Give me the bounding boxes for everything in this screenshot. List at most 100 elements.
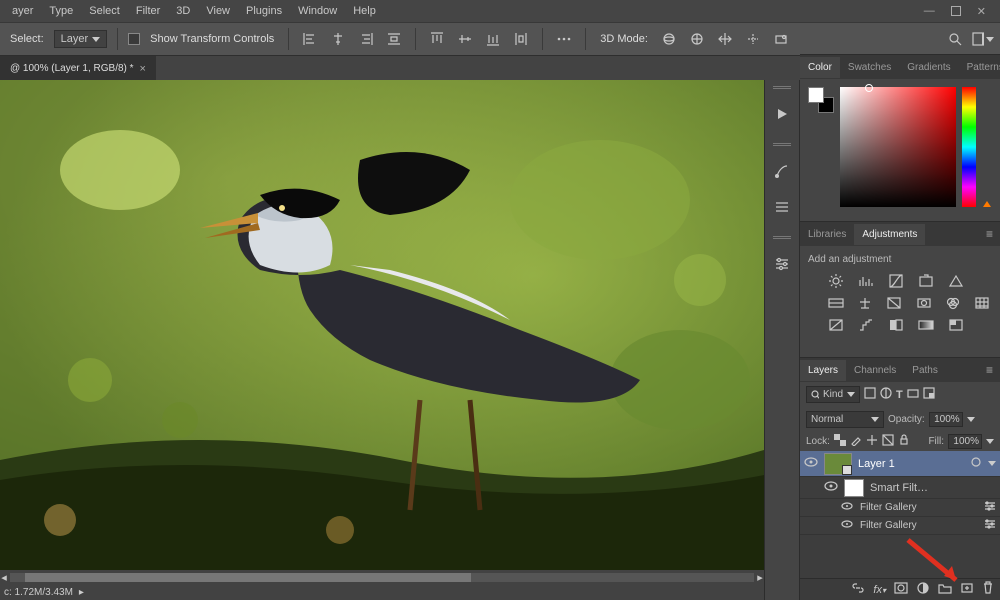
distribute-h-icon[interactable] xyxy=(383,28,405,50)
brightness-icon[interactable] xyxy=(826,273,846,289)
window-close-icon[interactable]: ✕ xyxy=(977,5,986,18)
lock-all-icon[interactable] xyxy=(898,434,910,449)
align-top-icon[interactable] xyxy=(426,28,448,50)
gradient-map-icon[interactable] xyxy=(916,317,936,333)
vibrance-icon[interactable] xyxy=(946,273,966,289)
smart-filters-row[interactable]: Smart Filt… xyxy=(800,477,1000,499)
document-tab[interactable]: @ 100% (Layer 1, RGB/8) * × xyxy=(0,56,156,80)
adjustment-layer-icon[interactable] xyxy=(916,581,930,598)
3d-slide-icon[interactable] xyxy=(742,28,764,50)
smart-object-link-icon[interactable] xyxy=(970,457,982,470)
filter-type-icon[interactable]: T xyxy=(896,389,903,401)
auto-select-dropdown[interactable]: Layer xyxy=(54,30,108,48)
menu-view[interactable]: View xyxy=(198,0,238,22)
menu-layer[interactable]: ayer xyxy=(4,0,41,22)
lock-paint-icon[interactable] xyxy=(850,434,862,449)
menu-type[interactable]: Type xyxy=(41,0,81,22)
delete-layer-icon[interactable] xyxy=(982,581,994,598)
align-right-icon[interactable] xyxy=(355,28,377,50)
menu-select[interactable]: Select xyxy=(81,0,128,22)
exposure-icon[interactable] xyxy=(916,273,936,289)
color-picker-field[interactable] xyxy=(840,87,956,207)
3d-orbit-icon[interactable] xyxy=(658,28,680,50)
3d-pan-icon[interactable] xyxy=(714,28,736,50)
show-transform-checkbox[interactable] xyxy=(128,33,140,45)
window-maximize-icon[interactable] xyxy=(951,6,961,16)
threshold-icon[interactable] xyxy=(886,317,906,333)
group-icon[interactable] xyxy=(938,582,952,597)
filter-smart-icon[interactable] xyxy=(923,387,935,402)
panel-menu-icon[interactable]: ≡ xyxy=(980,363,1000,377)
tab-paths[interactable]: Paths xyxy=(904,360,946,381)
tab-layers[interactable]: Layers xyxy=(800,360,846,381)
workspace-switcher-icon[interactable] xyxy=(972,28,994,50)
tab-gradients[interactable]: Gradients xyxy=(899,57,958,78)
link-layers-icon[interactable] xyxy=(851,582,865,597)
document-tab-close-icon[interactable]: × xyxy=(140,63,146,75)
menu-window[interactable]: Window xyxy=(290,0,345,22)
layer-row-layer1[interactable]: Layer 1 xyxy=(800,451,1000,477)
visibility-icon[interactable] xyxy=(840,502,854,513)
hue-slider[interactable] xyxy=(962,87,976,207)
curves-icon[interactable] xyxy=(886,273,906,289)
document-canvas[interactable]: ◂ ▸ c: 1.72M/3.43M ▸ xyxy=(0,80,764,600)
layer-filter-dropdown[interactable]: Kind xyxy=(806,386,860,403)
search-icon[interactable] xyxy=(944,28,966,50)
lock-transparency-icon[interactable] xyxy=(834,434,846,449)
menu-filter[interactable]: Filter xyxy=(128,0,168,22)
color-balance-icon[interactable] xyxy=(855,295,874,311)
opacity-field[interactable]: 100% xyxy=(929,412,963,427)
more-align-icon[interactable] xyxy=(553,28,575,50)
blend-mode-dropdown[interactable]: Normal xyxy=(806,411,884,428)
tab-color[interactable]: Color xyxy=(800,57,840,78)
bw-icon[interactable] xyxy=(885,295,904,311)
visibility-icon[interactable] xyxy=(804,457,818,470)
brush-panel-icon[interactable] xyxy=(768,158,796,184)
filter-shape-icon[interactable] xyxy=(907,387,919,402)
visibility-icon[interactable] xyxy=(840,520,854,531)
chevron-down-icon[interactable] xyxy=(988,461,996,466)
new-layer-icon[interactable] xyxy=(960,582,974,597)
align-bottom-icon[interactable] xyxy=(482,28,504,50)
filter-blending-icon[interactable] xyxy=(984,519,996,532)
sliders-panel-icon[interactable] xyxy=(768,251,796,277)
layer-mask-icon[interactable] xyxy=(894,582,908,597)
filter-adjust-icon[interactable] xyxy=(880,387,892,402)
invert-icon[interactable] xyxy=(826,317,846,333)
filter-gallery-row-2[interactable]: Filter Gallery xyxy=(800,517,1000,535)
selective-color-icon[interactable] xyxy=(946,317,966,333)
hue-icon[interactable] xyxy=(826,295,845,311)
photo-filter-icon[interactable] xyxy=(914,295,933,311)
align-center-h-icon[interactable] xyxy=(327,28,349,50)
3d-roll-icon[interactable] xyxy=(686,28,708,50)
menu-plugins[interactable]: Plugins xyxy=(238,0,290,22)
align-left-icon[interactable] xyxy=(299,28,321,50)
filter-pixel-icon[interactable] xyxy=(864,387,876,402)
levels-icon[interactable] xyxy=(856,273,876,289)
tab-swatches[interactable]: Swatches xyxy=(840,57,899,78)
tab-channels[interactable]: Channels xyxy=(846,360,904,381)
history-panel-icon[interactable] xyxy=(768,194,796,220)
posterize-icon[interactable] xyxy=(856,317,876,333)
3d-scale-icon[interactable] xyxy=(770,28,792,50)
filter-blending-icon[interactable] xyxy=(984,501,996,514)
panel-menu-icon[interactable]: ≡ xyxy=(980,227,1000,241)
distribute-v-icon[interactable] xyxy=(510,28,532,50)
window-minimize-icon[interactable]: — xyxy=(924,5,935,17)
menu-help[interactable]: Help xyxy=(345,0,384,22)
fg-bg-swatches[interactable] xyxy=(808,87,834,113)
lock-artboard-icon[interactable] xyxy=(882,434,894,449)
fill-field[interactable]: 100% xyxy=(948,434,982,449)
align-center-v-icon[interactable] xyxy=(454,28,476,50)
visibility-icon[interactable] xyxy=(824,481,838,494)
channel-mixer-icon[interactable] xyxy=(943,295,962,311)
layer-name[interactable]: Layer 1 xyxy=(858,458,895,470)
menu-3d[interactable]: 3D xyxy=(168,0,198,22)
tab-adjustments[interactable]: Adjustments xyxy=(854,224,925,245)
tab-libraries[interactable]: Libraries xyxy=(800,224,854,245)
layer-style-icon[interactable]: fx▾ xyxy=(873,584,886,596)
filter-gallery-row-1[interactable]: Filter Gallery xyxy=(800,499,1000,517)
tab-patterns[interactable]: Patterns xyxy=(959,57,1000,78)
play-icon[interactable] xyxy=(768,101,796,127)
horizontal-scrollbar[interactable]: ◂ ▸ xyxy=(0,570,764,585)
